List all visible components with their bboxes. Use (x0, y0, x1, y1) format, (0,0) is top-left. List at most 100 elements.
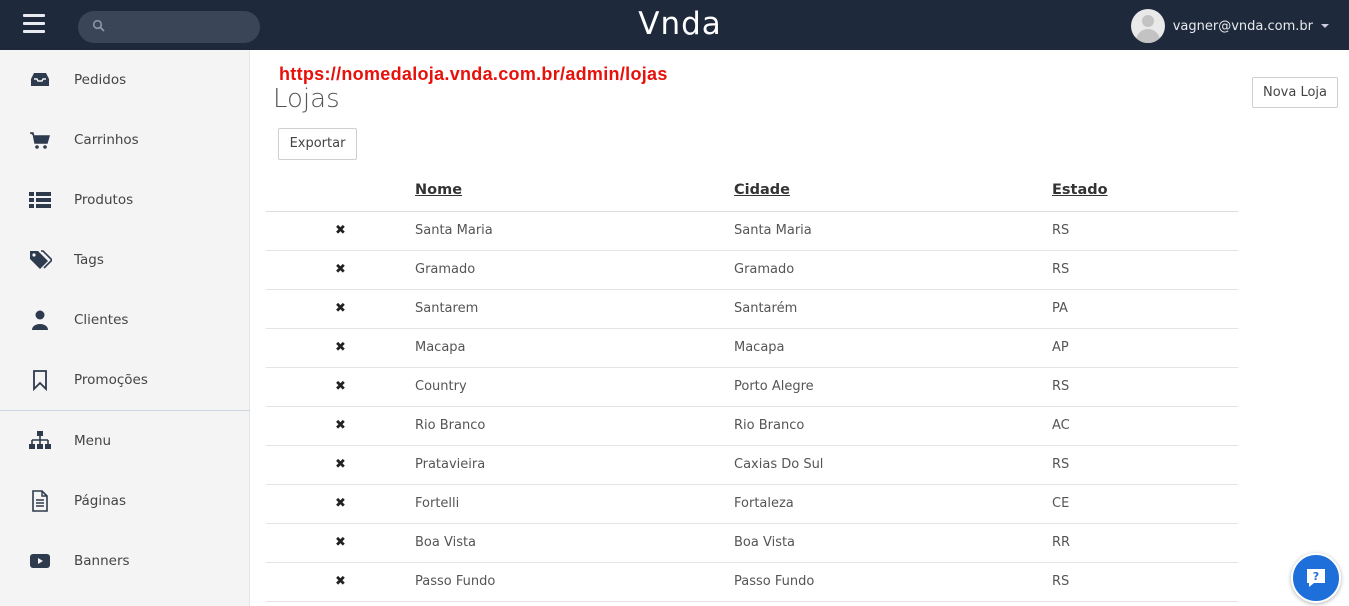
table-row[interactable]: ✖ Country Porto Alegre RS (266, 367, 1238, 407)
cell-estado: RS (1052, 445, 1238, 485)
sidebar-item-label: Menu (74, 433, 112, 449)
cell-cidade: Boa Vista (734, 523, 1052, 563)
stores-table: Nome Cidade Estado ✖ Santa Maria Santa M… (266, 170, 1238, 602)
cell-cidade: Caxias Do Sul (734, 445, 1052, 485)
hamburger-menu-icon[interactable] (23, 14, 45, 34)
cell-estado: RS (1052, 562, 1238, 602)
delete-icon[interactable]: ✖ (335, 535, 346, 550)
cell-estado: RS (1052, 211, 1238, 251)
cell-estado: AP (1052, 328, 1238, 368)
table-header-row: Nome Cidade Estado (266, 170, 1238, 212)
avatar (1130, 9, 1165, 43)
column-header-nome[interactable]: Nome (415, 170, 734, 212)
tags-icon (30, 250, 52, 269)
table-row[interactable]: ✖ Rio Branco Rio Branco AC (266, 406, 1238, 446)
user-menu[interactable]: vagner@vnda.com.br (1130, 9, 1329, 43)
cell-nome[interactable]: Country (415, 367, 734, 407)
table-row[interactable]: ✖ Gramado Gramado RS (266, 250, 1238, 290)
cell-nome[interactable]: Passo Fundo (415, 562, 734, 602)
sidebar-item-label: Clientes (74, 312, 129, 328)
cell-nome[interactable]: Santarem (415, 289, 734, 329)
delete-icon[interactable]: ✖ (335, 301, 346, 316)
cell-cidade: Gramado (734, 250, 1052, 290)
column-header-actions (266, 170, 415, 212)
help-chat-button[interactable]: ? (1291, 553, 1341, 603)
table-row[interactable]: ✖ Fortelli Fortaleza CE (266, 484, 1238, 524)
cell-cidade: Passo Fundo (734, 562, 1052, 602)
search-input[interactable] (110, 11, 250, 43)
cell-cidade: Macapa (734, 328, 1052, 368)
cell-nome[interactable]: Pratavieira (415, 445, 734, 485)
cell-nome[interactable]: Rio Branco (415, 406, 734, 446)
sidebar-item-paginas[interactable]: Páginas (0, 471, 250, 531)
delete-icon[interactable]: ✖ (335, 457, 346, 472)
sidebar-item-banners[interactable]: Banners (0, 531, 250, 591)
inbox-icon (31, 73, 49, 86)
search-icon (92, 19, 105, 32)
top-bar: Vnda vagner@vnda.com.br (0, 0, 1349, 50)
sidebar-item-label: Banners (74, 553, 130, 569)
list-icon (29, 192, 51, 208)
column-header-estado[interactable]: Estado (1052, 170, 1238, 212)
video-icon (30, 554, 50, 568)
user-email: vagner@vnda.com.br (1172, 18, 1313, 34)
cell-estado: AC (1052, 406, 1238, 446)
table-row[interactable]: ✖ Pratavieira Caxias Do Sul RS (266, 445, 1238, 485)
cell-cidade: Porto Alegre (734, 367, 1052, 407)
cell-estado: RR (1052, 523, 1238, 563)
delete-icon[interactable]: ✖ (335, 574, 346, 589)
sidebar-item-tags[interactable]: Tags (0, 230, 250, 290)
chevron-down-icon (1321, 24, 1329, 28)
user-icon (32, 310, 48, 330)
column-header-cidade[interactable]: Cidade (734, 170, 1052, 212)
brand-logo[interactable]: Vnda (600, 6, 760, 42)
sidebar-item-label: Produtos (74, 192, 134, 208)
delete-icon[interactable]: ✖ (335, 418, 346, 433)
new-store-button[interactable]: Nova Loja (1252, 77, 1338, 108)
url-annotation: https://nomedaloja.vnda.com.br/admin/loj… (279, 64, 668, 84)
sidebar-item-carrinhos[interactable]: Carrinhos (0, 110, 250, 170)
table-row[interactable]: ✖ Passo Fundo Passo Fundo RS (266, 562, 1238, 602)
sidebar-item-produtos[interactable]: Produtos (0, 170, 250, 230)
delete-icon[interactable]: ✖ (335, 496, 346, 511)
delete-icon[interactable]: ✖ (335, 223, 346, 238)
help-chat-icon: ? (1307, 569, 1325, 587)
cell-estado: RS (1052, 250, 1238, 290)
sidebar-item-clientes[interactable]: Clientes (0, 290, 250, 350)
sidebar-item-menu[interactable]: Menu (0, 411, 250, 471)
sidebar-item-label: Páginas (74, 493, 126, 509)
page-title: Lojas (273, 84, 340, 114)
sidebar-item-pedidos[interactable]: Pedidos (0, 50, 250, 110)
cell-cidade: Rio Branco (734, 406, 1052, 446)
sidebar-item-promocoes[interactable]: Promoções (0, 350, 250, 410)
table-row[interactable]: ✖ Macapa Macapa AP (266, 328, 1238, 368)
cell-nome[interactable]: Boa Vista (415, 523, 734, 563)
table-row[interactable]: ✖ Santarem Santarém PA (266, 289, 1238, 329)
cell-cidade: Santa Maria (734, 211, 1052, 251)
delete-icon[interactable]: ✖ (335, 262, 346, 277)
sidebar: Pedidos Carrinhos Produtos Tags Clientes (0, 50, 250, 606)
cell-estado: CE (1052, 484, 1238, 524)
document-icon (32, 490, 48, 512)
bookmark-icon (33, 370, 47, 391)
delete-icon[interactable]: ✖ (335, 340, 346, 355)
sidebar-item-label: Pedidos (74, 72, 127, 88)
export-button[interactable]: Exportar (278, 128, 357, 160)
sitemap-icon (29, 431, 51, 449)
cell-estado: PA (1052, 289, 1238, 329)
svg-text:?: ? (1313, 570, 1319, 583)
cart-icon (30, 132, 50, 149)
cell-nome[interactable]: Fortelli (415, 484, 734, 524)
sidebar-item-label: Carrinhos (74, 132, 139, 148)
delete-icon[interactable]: ✖ (335, 379, 346, 394)
cell-nome[interactable]: Santa Maria (415, 211, 734, 251)
cell-estado: RS (1052, 367, 1238, 407)
cell-nome[interactable]: Gramado (415, 250, 734, 290)
sidebar-item-label: Tags (74, 252, 104, 268)
cell-nome[interactable]: Macapa (415, 328, 734, 368)
table-row[interactable]: ✖ Boa Vista Boa Vista RR (266, 523, 1238, 563)
cell-cidade: Fortaleza (734, 484, 1052, 524)
cell-cidade: Santarém (734, 289, 1052, 329)
table-row[interactable]: ✖ Santa Maria Santa Maria RS (266, 211, 1238, 251)
sidebar-item-label: Promoções (74, 372, 148, 388)
